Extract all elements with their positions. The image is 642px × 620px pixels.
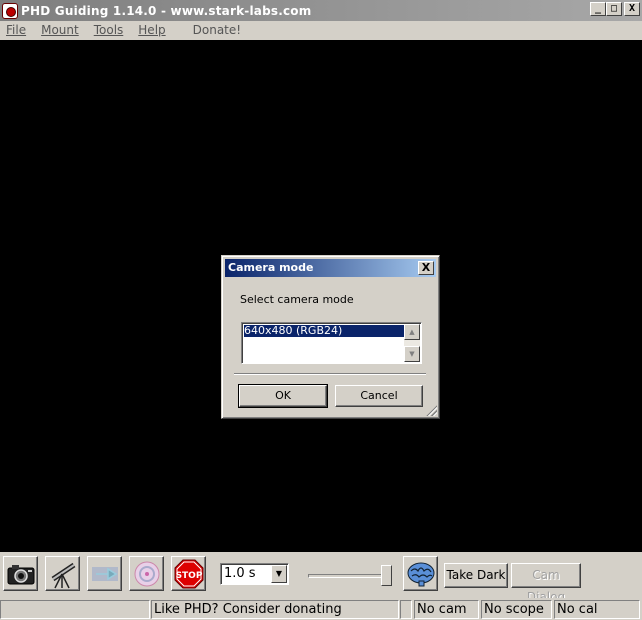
status-camera: No cam [414, 600, 479, 619]
stop-button[interactable]: STOP [171, 556, 206, 591]
guide-button[interactable] [129, 556, 164, 591]
gamma-slider[interactable] [308, 574, 392, 578]
exposure-value: 1.0 s [224, 566, 256, 581]
status-cell-small [400, 600, 412, 619]
loop-button[interactable] [87, 556, 122, 591]
window-titlebar: PHD Guiding 1.14.0 - www.stark-labs.com … [0, 0, 642, 21]
status-cell-empty [0, 600, 150, 619]
loop-arrow-icon [91, 566, 118, 581]
menu-mount[interactable]: Mount [41, 23, 79, 37]
brain-icon [407, 562, 434, 586]
resize-grip-icon[interactable] [425, 404, 437, 416]
menu-tools[interactable]: Tools [94, 23, 124, 37]
stop-label: STOP [175, 571, 202, 581]
status-message: Like PHD? Consider donating [151, 600, 399, 619]
maximize-button[interactable]: □ [606, 2, 622, 16]
status-bar: Like PHD? Consider donating No cam No sc… [0, 598, 642, 620]
status-calibration: No cal [554, 600, 640, 619]
cancel-button[interactable]: Cancel [335, 385, 423, 407]
telescope-icon [51, 562, 75, 588]
stop-icon: STOP [174, 559, 203, 588]
close-button[interactable]: X [624, 2, 640, 16]
toolbar: STOP 1.0 s ▼ Take Dark Cam Dialog [0, 552, 642, 604]
app-icon[interactable] [2, 2, 18, 19]
ok-button[interactable]: OK [238, 384, 328, 408]
dialog-separator [234, 373, 426, 375]
dialog-prompt: Select camera mode [240, 293, 354, 306]
scroll-down-arrow-icon[interactable]: ▼ [404, 346, 420, 362]
list-scrollbar[interactable]: ▲ ▼ [404, 324, 420, 362]
list-item[interactable]: 640x480 (RGB24) [243, 324, 405, 338]
camera-mode-list[interactable]: 640x480 (RGB24) ▲ ▼ [241, 322, 422, 364]
window-title: PHD Guiding 1.14.0 - www.stark-labs.com [21, 3, 312, 18]
camera-mode-dialog: Camera mode X Select camera mode 640x480… [221, 255, 440, 419]
brain-button[interactable] [403, 556, 438, 591]
menu-file[interactable]: File [6, 23, 26, 37]
menu-donate[interactable]: Donate! [193, 23, 241, 37]
chevron-down-icon[interactable]: ▼ [271, 565, 287, 583]
capture-button[interactable] [3, 556, 38, 591]
dialog-title: Camera mode [228, 261, 314, 274]
scroll-up-arrow-icon[interactable]: ▲ [404, 324, 420, 340]
dialog-titlebar: Camera mode X [225, 259, 436, 277]
menu-help[interactable]: Help [138, 23, 165, 37]
exposure-select[interactable]: 1.0 s ▼ [220, 563, 289, 585]
menu-bar: File Mount Tools Help Donate! [0, 21, 642, 39]
dialog-close-button[interactable]: X [418, 261, 434, 275]
status-scope: No scope [481, 600, 552, 619]
camera-icon [7, 564, 34, 584]
cam-dialog-button[interactable]: Cam Dialog [511, 563, 581, 604]
gamma-slider-thumb[interactable] [381, 565, 392, 586]
guide-target-icon [134, 561, 159, 586]
connect-scope-button[interactable] [45, 556, 80, 591]
take-dark-button[interactable]: Take Dark [444, 563, 508, 588]
minimize-button[interactable]: _ [590, 2, 606, 16]
